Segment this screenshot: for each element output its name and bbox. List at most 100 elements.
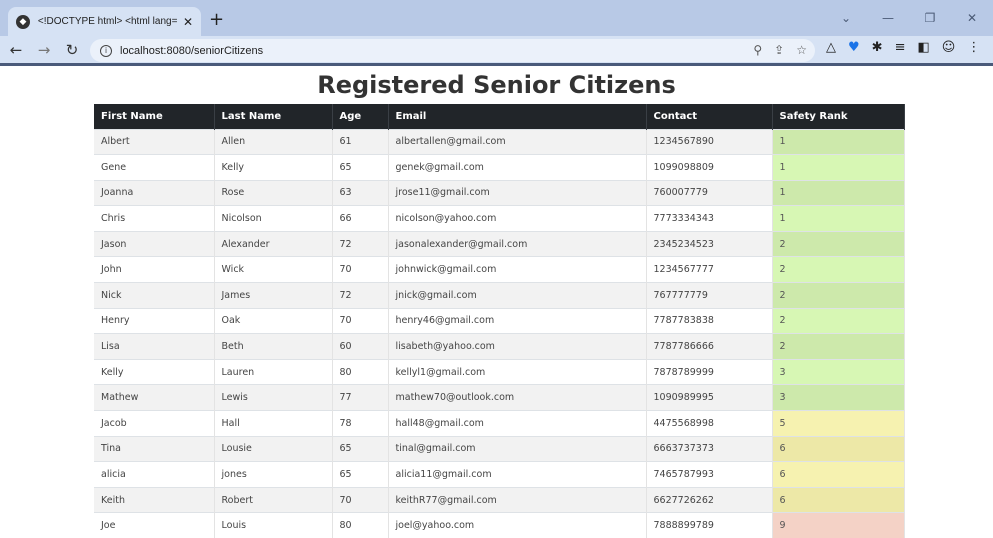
table-row: Chris Nicolson 66 nicolson@yahoo.com 7773334… — [94, 205, 905, 232]
table-row: Keith Robert 70 keithR77@gmail.com 662772626… — [94, 486, 905, 513]
email-cell: jasonalexander@gmail.com — [388, 230, 647, 257]
extension-heart-icon[interactable]: ♥ — [848, 40, 860, 55]
age-cell: 78 — [332, 410, 389, 437]
new-tab-icon[interactable]: + — [209, 9, 224, 30]
contact-cell: 7787783838 — [646, 307, 773, 334]
last-name-cell: Rose — [214, 179, 333, 206]
age-cell: 72 — [332, 282, 389, 309]
email-cell: mathew70@outlook.com — [388, 384, 647, 411]
email-cell: alicia11@gmail.com — [388, 461, 647, 488]
last-name-cell: Oak — [214, 307, 333, 334]
contact-cell: 2345234523 — [646, 230, 773, 257]
first-name-cell: Lisa — [94, 333, 215, 360]
restore-icon[interactable]: ❐ — [909, 0, 951, 36]
drive-icon[interactable]: △ — [826, 40, 836, 55]
email-cell: henry46@gmail.com — [388, 307, 647, 334]
last-name-cell: Kelly — [214, 154, 333, 181]
address-bar[interactable]: i localhost:8080/seniorCitizens ⚲ ⇪ ☆ — [90, 39, 815, 62]
zoom-icon[interactable]: ⚲ — [753, 43, 762, 57]
profile-avatar-icon[interactable]: ☺ — [942, 40, 956, 55]
contact-cell: 7888899789 — [646, 512, 773, 538]
email-cell: jrose11@gmail.com — [388, 179, 647, 206]
share-icon[interactable]: ⇪ — [774, 43, 784, 57]
first-name-cell: Henry — [94, 307, 215, 334]
last-name-cell: Lewis — [214, 384, 333, 411]
table-row: Albert Allen 61 albertallen@gmail.com 123456… — [94, 128, 905, 155]
table-row: Tina Lousie 65 tinal@gmail.com 6663737373 6 — [94, 435, 905, 462]
age-cell: 70 — [332, 307, 389, 334]
email-cell: lisabeth@yahoo.com — [388, 333, 647, 360]
puzzle-icon[interactable]: ✱ — [872, 40, 883, 55]
age-cell: 70 — [332, 486, 389, 513]
safety-rank-cell: 1 — [772, 205, 905, 232]
close-window-icon[interactable]: ✕ — [951, 0, 993, 36]
back-icon[interactable]: ← — [4, 41, 28, 59]
contact-cell: 6627726262 — [646, 486, 773, 513]
reading-list-icon[interactable]: ≡ — [895, 40, 906, 55]
column-header-contact: Contact — [646, 104, 773, 129]
last-name-cell: Lousie — [214, 435, 333, 462]
close-tab-icon[interactable]: ✕ — [183, 15, 193, 29]
contact-cell: 4475568998 — [646, 410, 773, 437]
window-controls: ⌄ — ❐ ✕ — [825, 0, 993, 36]
age-cell: 65 — [332, 461, 389, 488]
email-cell: johnwick@gmail.com — [388, 256, 647, 283]
table-row: John Wick 70 johnwick@gmail.com 1234567777 2 — [94, 256, 905, 283]
first-name-cell: Joe — [94, 512, 215, 538]
first-name-cell: Albert — [94, 128, 215, 155]
senior-citizens-table: First Name Last Name Age Email Contact S… — [94, 104, 905, 538]
first-name-cell: Mathew — [94, 384, 215, 411]
last-name-cell: jones — [214, 461, 333, 488]
contact-cell: 7465787993 — [646, 461, 773, 488]
last-name-cell: Allen — [214, 128, 333, 155]
age-cell: 66 — [332, 205, 389, 232]
email-cell: jnick@gmail.com — [388, 282, 647, 309]
age-cell: 65 — [332, 435, 389, 462]
info-icon[interactable]: i — [100, 44, 112, 57]
url-text[interactable]: localhost:8080/seniorCitizens — [120, 45, 263, 57]
safety-rank-cell: 5 — [772, 410, 905, 437]
safety-rank-cell: 2 — [772, 282, 905, 309]
extensions-area: △ ♥ ✱ ≡ ◧ ☺ ⋮ — [826, 40, 980, 55]
last-name-cell: Alexander — [214, 230, 333, 257]
chevron-down-icon[interactable]: ⌄ — [825, 0, 867, 36]
table-row: Gene Kelly 65 genek@gmail.com 1099098809 1 — [94, 154, 905, 181]
contact-cell: 7878789999 — [646, 358, 773, 385]
age-cell: 63 — [332, 179, 389, 206]
age-cell: 80 — [332, 358, 389, 385]
email-cell: tinal@gmail.com — [388, 435, 647, 462]
age-cell: 65 — [332, 154, 389, 181]
age-cell: 77 — [332, 384, 389, 411]
globe-icon: ◆ — [16, 14, 30, 29]
table-row: Jacob Hall 78 hall48@gmail.com 4475568998 5 — [94, 410, 905, 437]
first-name-cell: John — [94, 256, 215, 283]
browser-tab[interactable]: ◆ <!DOCTYPE html> <html lang= ✕ — [8, 7, 201, 36]
reload-icon[interactable]: ↻ — [60, 41, 84, 59]
first-name-cell: Gene — [94, 154, 215, 181]
contact-cell: 1234567890 — [646, 128, 773, 155]
safety-rank-cell: 9 — [772, 512, 905, 538]
safety-rank-cell: 2 — [772, 256, 905, 283]
email-cell: nicolson@yahoo.com — [388, 205, 647, 232]
safety-rank-cell: 3 — [772, 358, 905, 385]
column-header-age: Age — [332, 104, 389, 129]
browser-tab-bar: ◆ <!DOCTYPE html> <html lang= ✕ + ⌄ — ❐ … — [0, 0, 993, 36]
email-cell: kellyl1@gmail.com — [388, 358, 647, 385]
table-row: Joanna Rose 63 jrose11@gmail.com 760007779 1 — [94, 179, 905, 206]
column-header-email: Email — [388, 104, 647, 129]
menu-kebab-icon[interactable]: ⋮ — [967, 40, 980, 55]
side-panel-icon[interactable]: ◧ — [917, 40, 929, 55]
bookmark-star-icon[interactable]: ☆ — [796, 43, 807, 57]
column-header-first-name: First Name — [94, 104, 215, 129]
minimize-icon[interactable]: — — [867, 0, 909, 36]
email-cell: genek@gmail.com — [388, 154, 647, 181]
table-row: alicia jones 65 alicia11@gmail.com 746578799… — [94, 461, 905, 488]
last-name-cell: Lauren — [214, 358, 333, 385]
first-name-cell: Jacob — [94, 410, 215, 437]
safety-rank-cell: 6 — [772, 486, 905, 513]
safety-rank-cell: 3 — [772, 384, 905, 411]
forward-icon[interactable]: → — [32, 41, 56, 59]
column-header-last-name: Last Name — [214, 104, 333, 129]
email-cell: joel@yahoo.com — [388, 512, 647, 538]
table-body: Albert Allen 61 albertallen@gmail.com 123456… — [94, 128, 905, 538]
